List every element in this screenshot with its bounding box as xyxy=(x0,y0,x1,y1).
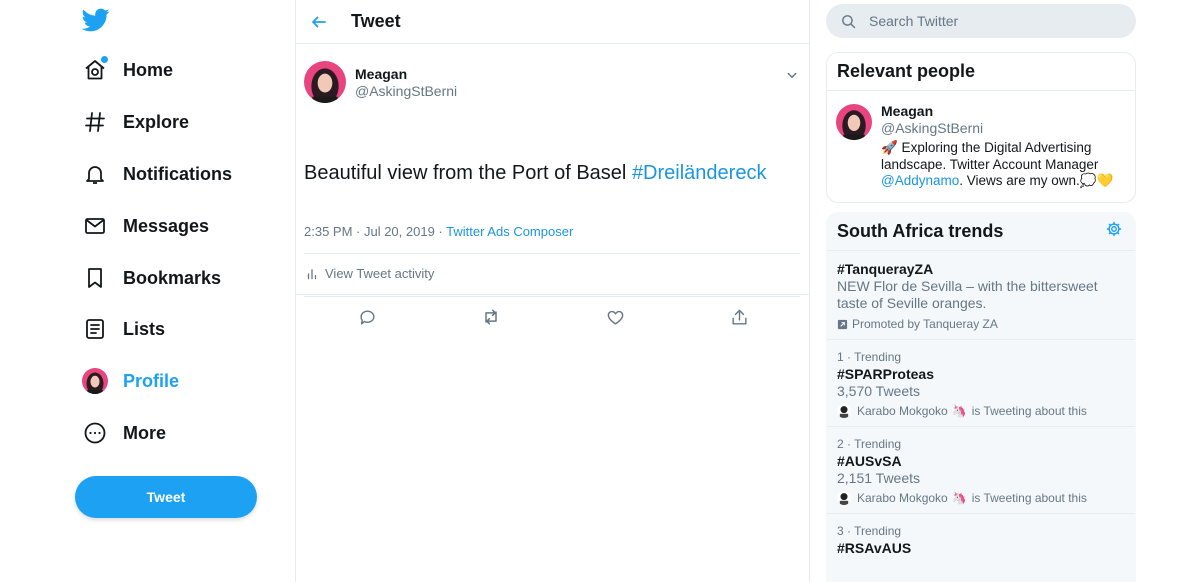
share-icon[interactable] xyxy=(728,306,750,328)
more-icon xyxy=(80,418,110,448)
nav-label-more: More xyxy=(123,422,167,443)
search-bar[interactable] xyxy=(826,4,1136,38)
trend-context: 1 · Trending xyxy=(837,350,902,364)
social-user: Karabo Mokgoko xyxy=(857,404,948,418)
nav-bookmarks[interactable]: Bookmarks xyxy=(80,258,221,298)
nav-label-profile: Profile xyxy=(123,370,180,391)
promoted-trend[interactable]: #TanquerayZA NEW Flor de Sevilla – with … xyxy=(827,251,1135,340)
promoted-label: Promoted by Tanqueray ZA xyxy=(837,317,1125,331)
nav-messages[interactable]: Messages xyxy=(80,206,209,246)
list-icon xyxy=(80,314,110,344)
trends-header: South Africa trends xyxy=(827,213,1135,251)
trend-name: #TanquerayZA xyxy=(837,261,934,277)
person-avatar[interactable] xyxy=(836,104,872,140)
trend-tweet-count: 3,570 Tweets xyxy=(837,383,921,399)
author-name[interactable]: Meagan xyxy=(355,66,457,82)
author-avatar[interactable] xyxy=(304,61,346,103)
search-icon xyxy=(842,14,856,28)
trend-item[interactable]: 3 · Trending #RSAvAUS xyxy=(827,514,1135,565)
relevant-people-card: Relevant people Meagan @AskingStBerni 🚀 … xyxy=(826,52,1136,203)
left-nav: Home Explore Notifications Messages Book… xyxy=(0,0,295,582)
gear-icon[interactable] xyxy=(1105,220,1123,243)
nav-label-messages: Messages xyxy=(123,215,210,236)
bar-chart-icon xyxy=(307,268,317,279)
trends-card: South Africa trends #TanquerayZA NEW Flo… xyxy=(826,212,1136,582)
notification-dot xyxy=(101,56,108,63)
trend-social-context: Karabo Mokgoko 🦄 is Tweeting about this xyxy=(837,491,1125,505)
promoted-icon xyxy=(837,319,848,329)
trend-item[interactable]: 1 · Trending #SPARProteas 3,570 Tweets K… xyxy=(827,340,1135,427)
back-arrow-icon[interactable] xyxy=(304,7,334,37)
unicorn-icon: 🦄 xyxy=(951,404,967,418)
nav-home[interactable]: Home xyxy=(80,50,173,90)
bookmark-icon xyxy=(80,263,110,293)
activity-label: View Tweet activity xyxy=(325,266,435,281)
tweet-source-link[interactable]: Twitter Ads Composer xyxy=(446,224,573,239)
trend-social-context: Karabo Mokgoko 🦄 is Tweeting about this xyxy=(837,404,1125,418)
tweet-author[interactable]: Meagan @AskingStBerni xyxy=(304,61,457,103)
person-bio: 🚀 Exploring the Digital Advertising land… xyxy=(881,140,1125,190)
envelope-icon xyxy=(80,211,110,241)
hashtag-icon xyxy=(80,107,110,137)
trend-context: 3 · Trending xyxy=(837,524,902,538)
promoted-by-text: Promoted by Tanqueray ZA xyxy=(852,317,998,331)
social-user: Karabo Mokgoko xyxy=(857,491,948,505)
search-input[interactable] xyxy=(869,13,1109,29)
social-suffix: is Tweeting about this xyxy=(971,404,1087,418)
trend-context: 2 · Trending xyxy=(837,437,902,451)
unicorn-icon: 🦄 xyxy=(951,491,967,505)
divider xyxy=(304,296,800,297)
page-header: Tweet xyxy=(296,0,809,44)
nav-more[interactable]: More xyxy=(80,413,166,453)
chevron-down-icon[interactable] xyxy=(783,66,801,84)
relevant-people-title: Relevant people xyxy=(827,53,1135,91)
trend-item[interactable]: 2 · Trending #AUSvSA 2,151 Tweets Karabo… xyxy=(827,427,1135,514)
relevant-person[interactable]: Meagan @AskingStBerni 🚀 Exploring the Di… xyxy=(827,91,1135,202)
tweet-body: Beautiful view from the Port of Basel xyxy=(304,162,632,184)
trend-description: NEW Flor de Sevilla – with the bitterswe… xyxy=(837,278,1098,311)
nav-label-lists: Lists xyxy=(123,318,166,339)
avatar xyxy=(80,366,110,396)
page-title: Tweet xyxy=(351,11,401,31)
twitter-logo-icon[interactable] xyxy=(81,6,112,36)
social-suffix: is Tweeting about this xyxy=(971,491,1087,505)
person-name[interactable]: Meagan xyxy=(881,103,1125,120)
tweet-timestamp: 2:35 PM · Jul 20, 2019 · Twitter Ads Com… xyxy=(304,224,573,239)
trend-name: #RSAvAUS xyxy=(837,540,912,556)
reply-icon[interactable] xyxy=(356,306,378,328)
tweet-actions xyxy=(296,306,809,330)
tweet-hashtag-link[interactable]: #Dreiländereck xyxy=(632,162,767,184)
trends-title: South Africa trends xyxy=(837,221,1004,241)
trend-tweet-count: 2,151 Tweets xyxy=(837,470,921,486)
bio-text-end: . Views are my own.💭💛 xyxy=(959,173,1114,188)
mini-avatar xyxy=(837,404,851,418)
person-handle[interactable]: @AskingStBerni xyxy=(881,120,1125,137)
author-handle[interactable]: @AskingStBerni xyxy=(355,82,457,100)
nav-lists[interactable]: Lists xyxy=(80,309,165,349)
mini-avatar xyxy=(837,491,851,505)
nav-label-home: Home xyxy=(123,59,174,80)
retweet-icon[interactable] xyxy=(480,306,502,328)
nav-label-bookmarks: Bookmarks xyxy=(123,267,222,288)
divider xyxy=(304,253,800,254)
home-icon xyxy=(80,55,110,85)
nav-profile[interactable]: Profile xyxy=(80,361,179,401)
tweet-detail: Meagan @AskingStBerni Beautiful view fro… xyxy=(296,44,809,325)
tweet-text: Beautiful view from the Port of Basel #D… xyxy=(304,161,766,185)
bell-icon xyxy=(80,159,110,189)
view-tweet-activity-link[interactable]: View Tweet activity xyxy=(305,266,434,281)
nav-notifications[interactable]: Notifications xyxy=(80,154,232,194)
nav-explore[interactable]: Explore xyxy=(80,102,189,142)
like-heart-icon[interactable] xyxy=(604,306,626,328)
bio-text: 🚀 Exploring the Digital Advertising land… xyxy=(881,140,1099,172)
nav-label-notifications: Notifications xyxy=(123,163,233,184)
trend-name: #AUSvSA xyxy=(837,453,902,469)
compose-tweet-button[interactable]: Tweet xyxy=(75,476,257,518)
nav-label-explore: Explore xyxy=(123,111,190,132)
bio-mention-link[interactable]: @Addynamo xyxy=(881,173,959,188)
main-column: Tweet Meagan @AskingStBerni Beautiful vi… xyxy=(295,0,810,582)
tweet-time-date[interactable]: 2:35 PM · Jul 20, 2019 · xyxy=(304,224,446,239)
trend-name: #SPARProteas xyxy=(837,366,935,382)
